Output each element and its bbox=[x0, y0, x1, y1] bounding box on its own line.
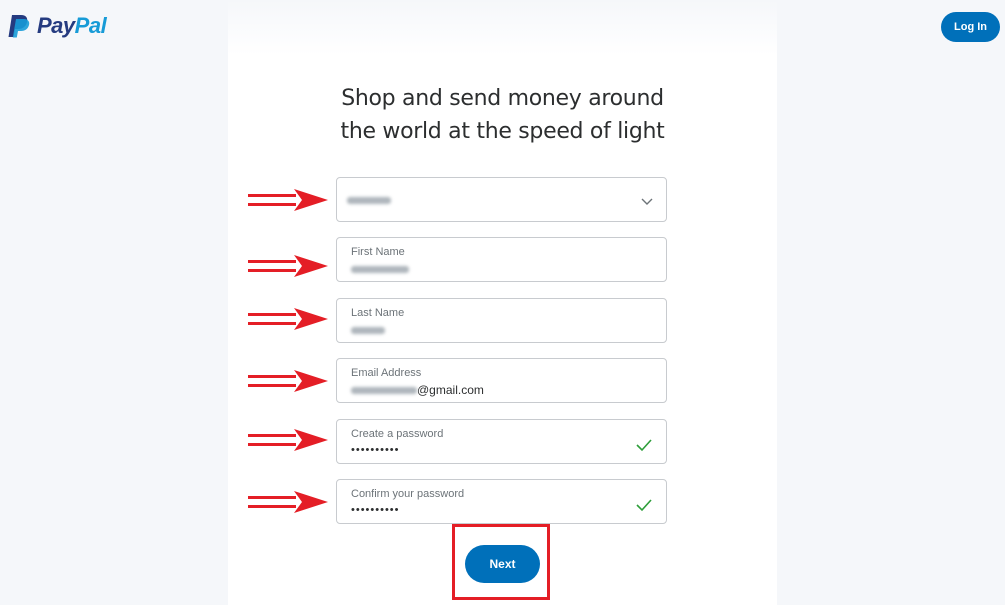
first-name-label: First Name bbox=[351, 246, 405, 258]
last-name-label: Last Name bbox=[351, 307, 405, 319]
first-name-field[interactable]: First Name bbox=[336, 237, 667, 282]
page-title: Shop and send money around the world at … bbox=[228, 82, 777, 148]
last-name-field[interactable]: Last Name bbox=[336, 298, 667, 343]
confirm-password-value[interactable]: •••••••••• bbox=[351, 504, 611, 516]
email-field[interactable]: Email Address @gmail.com bbox=[336, 358, 667, 403]
logo-pay-text: Pay bbox=[37, 13, 75, 38]
title-line-1: Shop and send money around bbox=[341, 86, 664, 111]
email-label: Email Address bbox=[351, 367, 422, 379]
password-field[interactable]: Create a password •••••••••• bbox=[336, 419, 667, 464]
country-value-redacted bbox=[347, 197, 391, 204]
annotation-arrow-icon bbox=[248, 255, 328, 277]
password-label: Create a password bbox=[351, 428, 444, 440]
password-value[interactable]: •••••••••• bbox=[351, 444, 611, 456]
annotation-arrow-icon bbox=[248, 308, 328, 330]
paypal-wordmark: PayPal bbox=[37, 13, 107, 39]
annotation-arrow-icon bbox=[248, 491, 328, 513]
annotation-arrow-icon bbox=[248, 370, 328, 392]
paypal-p-icon bbox=[8, 15, 30, 38]
paypal-logo[interactable]: PayPal bbox=[5, 12, 107, 40]
country-select[interactable] bbox=[336, 177, 667, 222]
next-button[interactable]: Next bbox=[465, 545, 540, 583]
email-local-redacted bbox=[351, 387, 417, 395]
logo-pal-text: Pal bbox=[74, 13, 107, 38]
last-name-redacted bbox=[351, 327, 385, 335]
confirm-password-field[interactable]: Confirm your password •••••••••• bbox=[336, 479, 667, 524]
annotation-arrow-icon bbox=[248, 429, 328, 451]
chevron-down-icon bbox=[641, 198, 653, 205]
title-line-2: the world at the speed of light bbox=[340, 119, 665, 144]
checkmark-icon bbox=[636, 439, 652, 452]
first-name-redacted bbox=[351, 266, 409, 274]
email-domain: @gmail.com bbox=[417, 383, 484, 397]
annotation-arrow-icon bbox=[248, 189, 328, 211]
card-top-fade bbox=[228, 0, 777, 55]
first-name-value[interactable] bbox=[351, 262, 611, 276]
checkmark-icon bbox=[636, 499, 652, 512]
last-name-value[interactable] bbox=[351, 323, 611, 337]
login-button[interactable]: Log In bbox=[941, 12, 1000, 42]
email-value[interactable]: @gmail.com bbox=[351, 383, 611, 397]
confirm-password-label: Confirm your password bbox=[351, 488, 465, 500]
